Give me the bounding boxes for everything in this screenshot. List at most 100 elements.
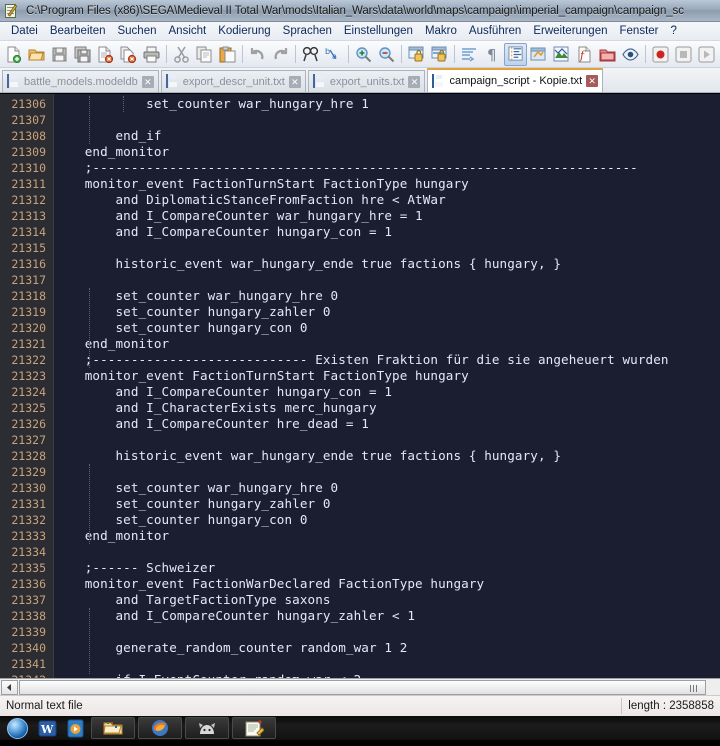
code-line[interactable] [54, 272, 720, 288]
new-file-icon[interactable] [2, 43, 25, 66]
cut-icon[interactable] [170, 43, 193, 66]
tab-close-icon[interactable]: ✕ [586, 75, 599, 87]
line-number: 21322 [11, 353, 46, 367]
code-line[interactable] [54, 112, 720, 128]
code-line[interactable]: monitor_event FactionTurnStart FactionTy… [54, 176, 720, 192]
find-icon[interactable] [299, 43, 322, 66]
code-line[interactable] [54, 544, 720, 560]
save-icon[interactable] [48, 43, 71, 66]
document-map-icon[interactable] [550, 43, 573, 66]
code-line[interactable]: ;------ Schweizer [54, 560, 720, 576]
tab-close-icon[interactable]: ✕ [408, 75, 421, 88]
code-line[interactable]: generate_random_counter random_war 1 2 [54, 640, 720, 656]
menu-item-help[interactable]: ? [665, 24, 683, 39]
indent-guide-icon[interactable] [504, 42, 527, 66]
code-line[interactable]: and I_CompareCounter hre_dead = 1 [54, 416, 720, 432]
taskbar-item-explorer[interactable] [91, 717, 135, 739]
taskbar-item-firefox[interactable] [138, 717, 182, 739]
zoom-out-icon[interactable] [375, 43, 398, 66]
code-line[interactable]: set_counter war_hungary_hre 0 [54, 480, 720, 496]
code-line[interactable]: set_counter hungary_con 0 [54, 512, 720, 528]
redo-icon[interactable] [269, 43, 292, 66]
save-all-icon[interactable] [71, 43, 94, 66]
paste-icon[interactable] [216, 43, 239, 66]
code-text-area[interactable]: set_counter war_hungary_hre 1 end_if end… [54, 94, 720, 678]
menu-item-makro[interactable]: Makro [419, 24, 463, 39]
menu-item-einstellungen[interactable]: Einstellungen [338, 24, 419, 39]
code-line[interactable] [54, 624, 720, 640]
code-line[interactable]: end_monitor [54, 336, 720, 352]
tab-export-units-txt[interactable]: export_units.txt ✕ [307, 70, 426, 92]
menu-item-bearbeiten[interactable]: Bearbeiten [44, 24, 112, 39]
menu-item-erweiterungen[interactable]: Erweiterungen [527, 24, 613, 39]
code-line[interactable]: and DiplomaticStanceFromFaction hre < At… [54, 192, 720, 208]
taskbar-item-word[interactable]: W [34, 717, 60, 739]
tab-campaign-script-kopie-txt[interactable]: campaign_script - Kopie.txt ✕ [427, 68, 604, 92]
copy-icon[interactable] [193, 43, 216, 66]
code-line[interactable]: ;---------------------------------------… [54, 160, 720, 176]
stop-macro-icon[interactable] [672, 43, 695, 66]
code-line[interactable]: set_counter hungary_con 0 [54, 320, 720, 336]
undo-icon[interactable] [246, 43, 269, 66]
code-line[interactable]: and I_CompareCounter hungary_zahler < 1 [54, 608, 720, 624]
menu-item-fenster[interactable]: Fenster [614, 24, 665, 39]
menu-item-datei[interactable]: Datei [5, 24, 44, 39]
word-wrap-icon[interactable] [458, 43, 481, 66]
taskbar-item-cat-app[interactable] [185, 717, 229, 739]
monitoring-icon[interactable] [619, 43, 642, 66]
horizontal-scrollbar[interactable] [0, 678, 720, 695]
code-line[interactable] [54, 656, 720, 672]
code-line[interactable]: and I_CompareCounter hungary_con = 1 [54, 384, 720, 400]
show-all-characters-icon[interactable]: ¶ [481, 43, 504, 66]
code-line[interactable]: set_counter war_hungary_hre 1 [54, 96, 720, 112]
taskbar-item-media-player[interactable] [62, 717, 88, 739]
code-line[interactable]: set_counter hungary_zahler 0 [54, 304, 720, 320]
scroll-left-arrow-icon[interactable] [1, 679, 18, 695]
code-line[interactable]: end_monitor [54, 144, 720, 160]
function-list-icon[interactable]: f [573, 43, 596, 66]
menu-item-suchen[interactable]: Suchen [111, 24, 162, 39]
code-line[interactable]: set_counter war_hungary_hre 0 [54, 288, 720, 304]
code-editor[interactable]: 21306 21307 21308 21309 21310 21311 21312 21313… [0, 93, 720, 678]
code-line[interactable]: historic_event war_hungary_ende true fac… [54, 448, 720, 464]
play-macro-icon[interactable] [695, 43, 718, 66]
scrollbar-track[interactable] [19, 679, 720, 695]
code-line[interactable]: monitor_event FactionTurnStart FactionTy… [54, 368, 720, 384]
code-line[interactable]: if I_EventCounter random_war < 2 [54, 672, 720, 678]
code-line[interactable] [54, 432, 720, 448]
record-macro-icon[interactable] [649, 43, 672, 66]
user-defined-language-icon[interactable] [527, 43, 550, 66]
sync-horizontal-scroll-icon[interactable] [428, 43, 451, 66]
tab-close-icon[interactable]: ✕ [141, 75, 154, 88]
close-all-icon[interactable] [117, 43, 140, 66]
print-icon[interactable] [140, 43, 163, 66]
code-line[interactable] [54, 464, 720, 480]
code-line[interactable]: end_if [54, 128, 720, 144]
zoom-in-icon[interactable] [352, 43, 375, 66]
tab-close-icon[interactable]: ✕ [288, 75, 301, 88]
menu-item-ausfuehren[interactable]: Ausführen [463, 24, 527, 39]
menu-item-kodierung[interactable]: Kodierung [212, 24, 276, 39]
code-line[interactable]: and TargetFactionType saxons [54, 592, 720, 608]
scrollbar-thumb[interactable] [19, 679, 706, 695]
code-line[interactable]: ;---------------------------- Existen Fr… [54, 352, 720, 368]
menu-item-ansicht[interactable]: Ansicht [163, 24, 213, 39]
code-line[interactable]: and I_CharacterExists merc_hungary [54, 400, 720, 416]
code-line[interactable]: and I_CompareCounter hungary_con = 1 [54, 224, 720, 240]
sync-vertical-scroll-icon[interactable] [405, 43, 428, 66]
open-file-icon[interactable] [25, 43, 48, 66]
taskbar-item-notepadpp[interactable] [232, 717, 276, 739]
close-file-icon[interactable] [94, 43, 117, 66]
code-line[interactable]: monitor_event FactionWarDeclared Faction… [54, 576, 720, 592]
folder-as-workspace-icon[interactable] [596, 43, 619, 66]
replace-icon[interactable]: b a [322, 43, 345, 66]
code-line[interactable]: end_monitor [54, 528, 720, 544]
menu-item-sprachen[interactable]: Sprachen [277, 24, 338, 39]
tab-export-descr-unit-txt[interactable]: export_descr_unit.txt ✕ [160, 70, 306, 92]
code-line[interactable] [54, 240, 720, 256]
code-line[interactable]: set_counter hungary_zahler 0 [54, 496, 720, 512]
code-line[interactable]: and I_CompareCounter war_hungary_hre = 1 [54, 208, 720, 224]
tab-battle-models-modeldb[interactable]: battle_models.modeldb ✕ [2, 70, 159, 92]
code-line[interactable]: historic_event war_hungary_ende true fac… [54, 256, 720, 272]
start-button[interactable] [2, 717, 32, 739]
